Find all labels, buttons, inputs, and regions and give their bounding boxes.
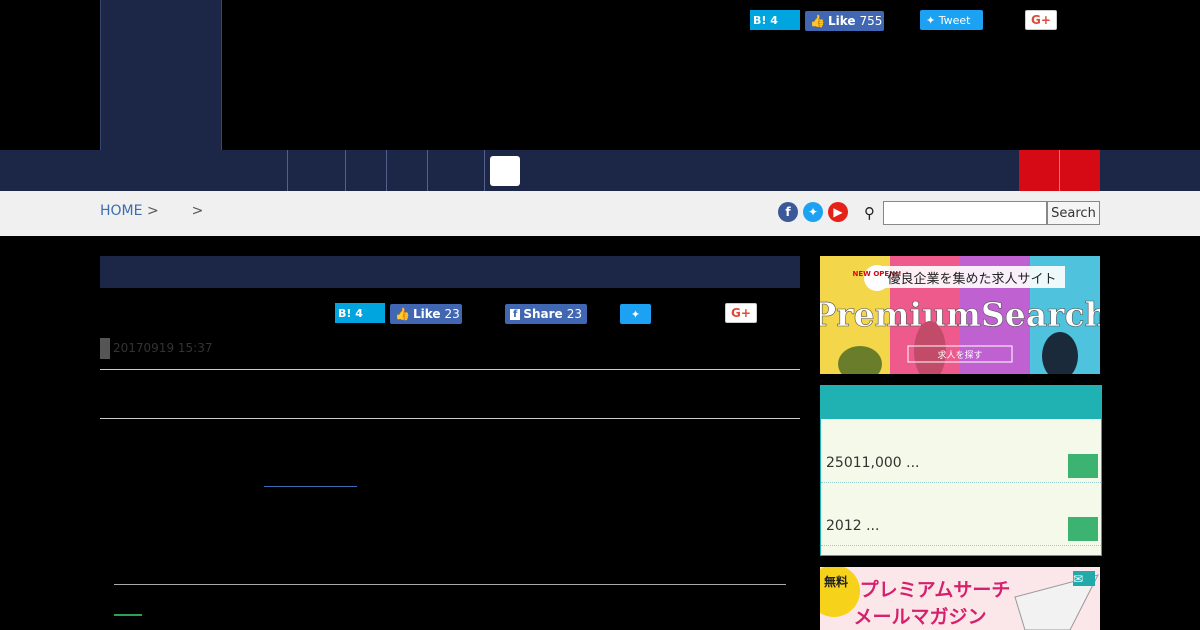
search-input[interactable] <box>883 201 1047 225</box>
nav-item[interactable] <box>222 150 287 191</box>
tweet-button[interactable]: ✦ Tweet <box>920 10 983 30</box>
mail-magazine-banner[interactable]: 無料 ✉ プレミアムサーチ メールマガジン <box>820 567 1100 630</box>
gplus-label: G+ <box>1031 13 1051 27</box>
hatena-count: 4 <box>355 306 363 320</box>
google-plus-button[interactable]: G+ <box>1025 10 1057 30</box>
breadcrumb-separator: > <box>146 203 159 219</box>
ad-title: PremiumSearch <box>820 295 1100 334</box>
premium-search-banner-art: NEW OPEN!! 優良企業を集めた求人サイト PremiumSearch 求… <box>820 256 1100 374</box>
twitter-bird-icon: ✦ <box>630 307 641 321</box>
hatena-bookmark-button[interactable]: B! 4 <box>750 10 800 30</box>
ad-line1: プレミアムサーチ <box>860 578 1011 601</box>
thumbs-up-icon: 👍 <box>810 14 825 28</box>
hatena-icon: B! <box>338 306 356 320</box>
tweet-label: Tweet <box>938 13 971 27</box>
nav-item[interactable] <box>346 150 386 191</box>
premium-search-banner[interactable]: NEW OPEN!! 優良企業を集めた求人サイト PremiumSearch 求… <box>820 256 1100 374</box>
divider <box>100 418 800 419</box>
twitter-bird-icon: ✦ <box>926 13 939 27</box>
divider <box>114 584 786 585</box>
ad-tagline: 優良企業を集めた求人サイト <box>887 271 1056 287</box>
breadcrumb-home-link[interactable]: HOME <box>100 203 142 219</box>
gplus-label: G+ <box>731 306 751 320</box>
tweet-button[interactable]: ✦ <box>620 304 651 324</box>
search-icon: ⚲ <box>864 204 875 222</box>
nav-red-button[interactable] <box>1019 150 1059 191</box>
nav-divider <box>484 150 485 191</box>
section-heading-underline <box>114 614 142 616</box>
nav-home-button[interactable] <box>490 156 520 186</box>
date-marker <box>100 338 110 359</box>
list-item-title[interactable]: 2012 ... <box>826 518 879 534</box>
hatena-count: 4 <box>770 13 778 27</box>
article-body-link[interactable] <box>264 486 357 487</box>
breadcrumb: HOME > > <box>100 203 203 219</box>
facebook-f-icon: f <box>510 308 521 320</box>
article-title-bar <box>100 256 800 288</box>
hatena-icon: B! <box>753 13 771 27</box>
like-label: Like <box>412 307 441 321</box>
mail-icon: ✉ <box>1073 572 1083 586</box>
like-count: 23 <box>444 307 460 321</box>
thumbs-up-icon: 👍 <box>395 307 410 321</box>
mail-magazine-banner-art: 無料 ✉ プレミアムサーチ メールマガジン <box>820 567 1100 630</box>
list-item-title[interactable]: 25011,000 ... <box>826 455 920 471</box>
divider <box>100 369 800 370</box>
facebook-share-button[interactable]: f Share 23 <box>505 304 587 324</box>
nav-item[interactable] <box>387 150 427 191</box>
like-count: 755 <box>859 14 883 28</box>
sidebar-widget-header <box>820 385 1102 419</box>
facebook-like-button[interactable]: 👍 Like 23 <box>390 304 462 324</box>
share-label: Share <box>523 307 563 321</box>
nav-item[interactable] <box>288 150 345 191</box>
free-badge: 無料 <box>824 574 848 589</box>
search-button[interactable]: Search <box>1047 201 1100 225</box>
facebook-icon[interactable]: f <box>778 202 798 222</box>
google-plus-button[interactable]: G+ <box>725 303 757 323</box>
list-item-badge <box>1068 454 1098 478</box>
youtube-icon[interactable]: ▶ <box>828 202 848 222</box>
twitter-icon[interactable]: ✦ <box>803 202 823 222</box>
list-item[interactable] <box>821 421 1101 483</box>
list-item[interactable] <box>821 484 1101 546</box>
nav-red-button[interactable] <box>1060 150 1100 191</box>
hatena-bookmark-button[interactable]: B! 4 <box>335 303 385 323</box>
facebook-like-button[interactable]: 👍 Like 755 <box>805 11 884 31</box>
ad-line2: メールマガジン <box>853 606 986 628</box>
article-date: 20170919 15:37 <box>113 341 213 355</box>
breadcrumb-separator: > <box>191 203 204 219</box>
share-count: 23 <box>566 307 582 321</box>
list-item-badge <box>1068 517 1098 541</box>
like-label: Like <box>827 14 856 28</box>
ad-cta-button: 求人を探す <box>937 349 982 361</box>
nav-item[interactable] <box>428 150 484 191</box>
